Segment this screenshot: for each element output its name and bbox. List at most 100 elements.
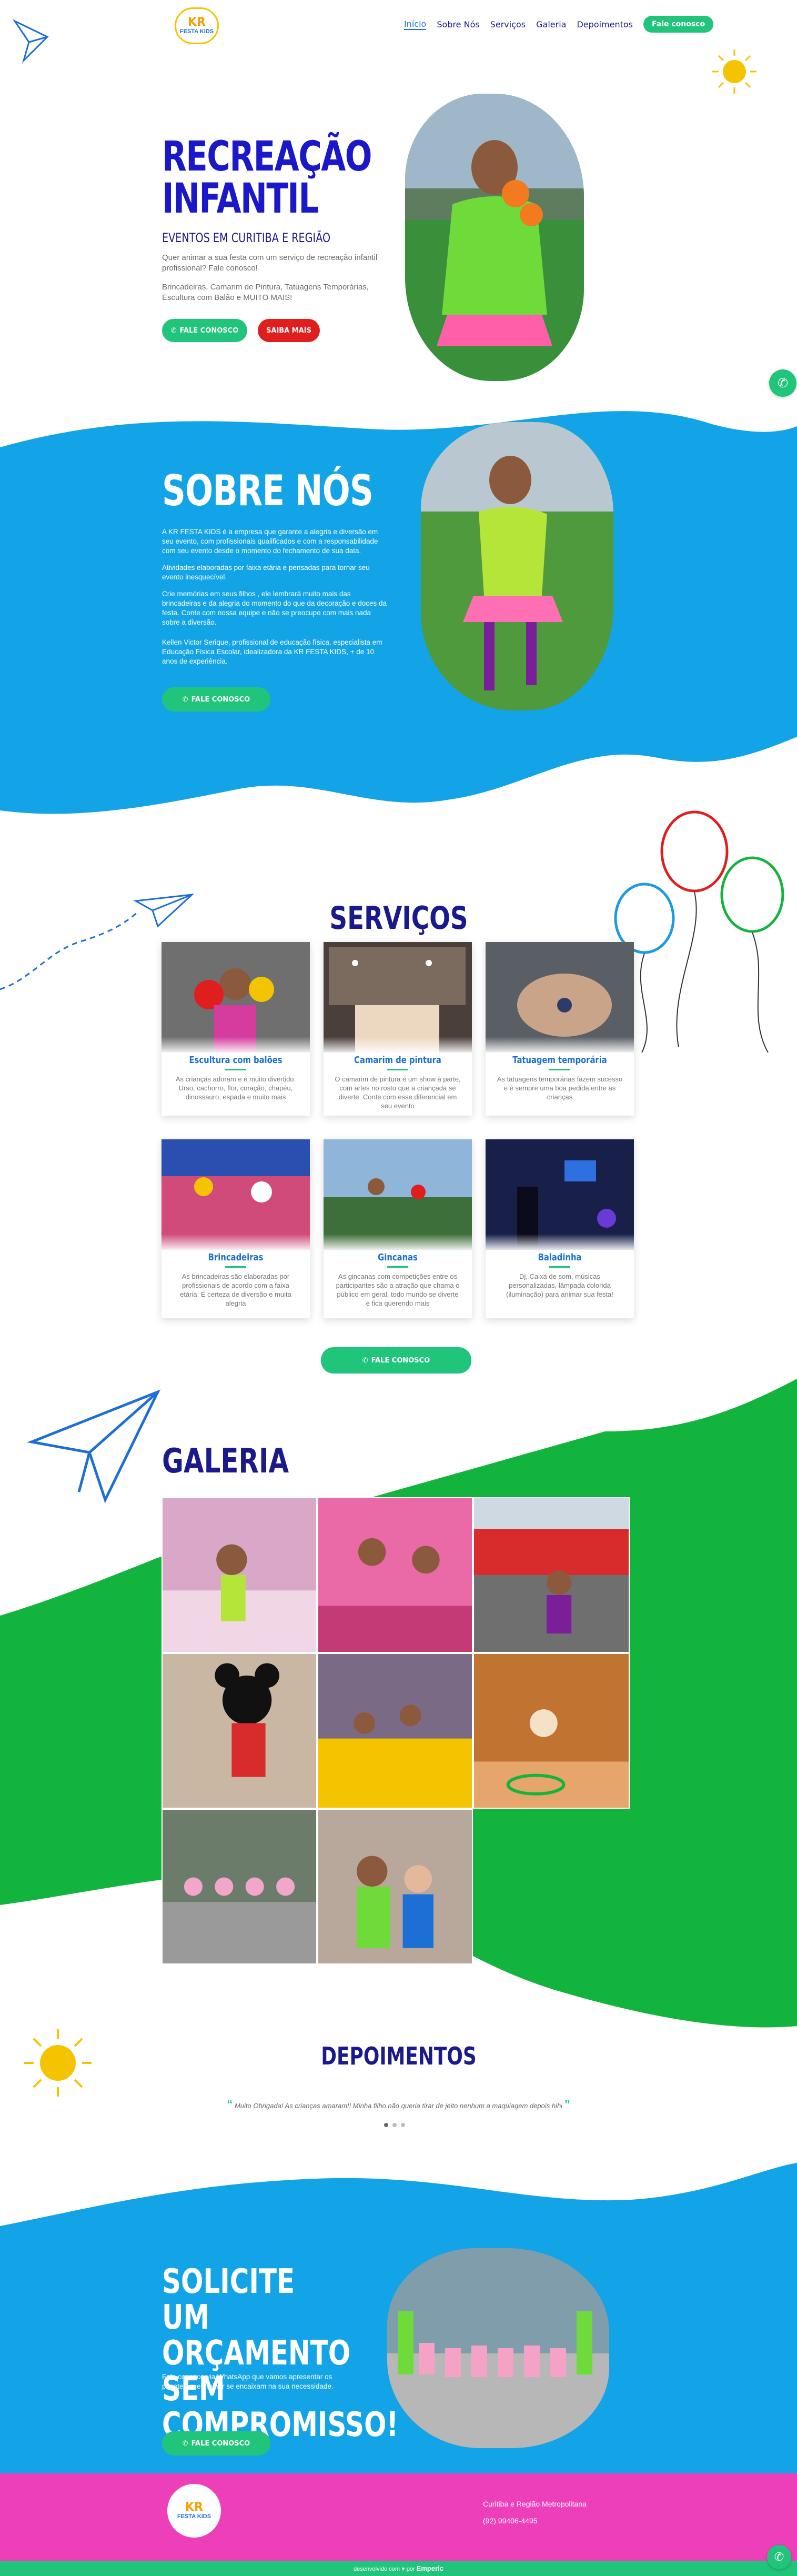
service-title-tatuagem: Tatuagem temporária xyxy=(512,1055,607,1066)
hero-intro-text: Quer animar a sua festa com um serviço d… xyxy=(162,253,378,273)
service-card-brincadeiras: Brincadeiras As brincadeiras são elabora… xyxy=(162,1139,310,1318)
gallery-photo[interactable] xyxy=(162,1809,317,1964)
gallery-photo[interactable] xyxy=(317,1809,473,1964)
credits-text: desenvolvido com ♥ por xyxy=(354,2566,415,2572)
sobre-title: SOBRE NÓS xyxy=(162,466,374,515)
sobre-paragraph-4: Kellen Victor Serique, profissional de e… xyxy=(162,638,382,665)
logo-subtext: FESTA KIDS xyxy=(179,28,214,35)
quote-close-icon: ” xyxy=(564,2098,570,2111)
hero-more-button[interactable]: SAIBA MAIS xyxy=(258,319,320,342)
gallery-photo[interactable] xyxy=(162,1653,317,1809)
service-divider xyxy=(387,1069,408,1070)
cta-contact-button[interactable]: ✆ FALE CONOSCO xyxy=(162,2431,270,2455)
service-title-baladinha: Baladinha xyxy=(538,1252,582,1263)
servicos-contact-button[interactable]: ✆ FALE CONOSCO xyxy=(321,1347,471,1374)
service-card-baladinha: Baladinha Dj, Caixa de som, músicas pers… xyxy=(486,1139,634,1318)
hero-title-line2: INFANTIL xyxy=(162,175,319,223)
footer-phone[interactable]: (92) 99406-4495 xyxy=(483,2517,538,2525)
nav-item-servicos[interactable]: Serviços xyxy=(490,19,526,29)
footer-logo-text: KR xyxy=(185,2501,203,2514)
service-card-tatuagem: Tatuagem temporária As tatuagens temporá… xyxy=(486,942,634,1116)
service-card-gincanas: Gincanas As gincanas com competições ent… xyxy=(324,1139,472,1318)
service-image-baladinha xyxy=(486,1139,634,1250)
whatsapp-float-button[interactable]: ✆ xyxy=(769,369,796,397)
footer-region: Curitiba e Região Metropolitana xyxy=(483,2500,587,2508)
hero-services-text: Brincadeiras, Camarim de Pintura, Tatuag… xyxy=(162,283,369,302)
whatsapp-float-button-bottom[interactable]: ✆ xyxy=(767,2545,791,2569)
credits-brand[interactable]: Emperic xyxy=(417,2564,443,2572)
quote-open-icon: “ xyxy=(227,2098,233,2111)
galeria-title: GALERIA xyxy=(162,1442,289,1481)
service-image-brincadeiras xyxy=(162,1139,310,1250)
service-title-baloes: Escultura com balões xyxy=(189,1055,283,1066)
nav-contact-button[interactable]: Fale conosco xyxy=(643,16,714,33)
hero-title-line1: RECREAÇÃO xyxy=(162,133,372,181)
service-desc-tatuagem: As tatuagens temporárias fazem sucesso e… xyxy=(497,1075,623,1101)
hero-contact-label: FALE CONOSCO xyxy=(179,326,239,335)
service-image-camarim xyxy=(324,942,472,1053)
carousel-dot[interactable] xyxy=(401,2123,405,2127)
testimonial: “ Muito Obrigada! As crianças amaram!! M… xyxy=(210,2098,587,2111)
carousel-dots xyxy=(384,2123,405,2127)
credits-bar: desenvolvido com ♥ por Emperic xyxy=(0,2561,797,2576)
logo-text: KR xyxy=(188,16,206,29)
service-image-baloes xyxy=(162,942,310,1053)
service-desc-brincadeiras: As brincadeiras são elaboradas por profi… xyxy=(180,1272,291,1307)
sobre-paragraph-3: Crie memórias em seus filhos , ele lembr… xyxy=(162,590,387,626)
nav-item-sobre[interactable]: Sobre Nós xyxy=(437,19,479,29)
gallery-photo[interactable] xyxy=(162,1497,317,1653)
whatsapp-icon: ✆ xyxy=(774,2550,784,2563)
sobre-photo-image xyxy=(421,422,613,710)
service-divider xyxy=(549,1266,570,1268)
gallery-photo[interactable] xyxy=(317,1497,473,1653)
carousel-dot[interactable] xyxy=(392,2123,397,2127)
gallery-photo[interactable] xyxy=(473,1497,630,1653)
service-divider xyxy=(549,1069,570,1070)
service-desc-baloes: As crianças adoram e é muito divertido. … xyxy=(175,1075,296,1101)
whatsapp-icon: ✆ xyxy=(170,326,177,335)
gallery-photo[interactable] xyxy=(317,1653,473,1809)
whatsapp-icon: ✆ xyxy=(182,695,188,704)
nav-item-depoimentos[interactable]: Depoimentos xyxy=(577,19,633,29)
service-divider xyxy=(387,1266,408,1268)
service-divider xyxy=(225,1266,246,1268)
servicos-contact-label: FALE CONOSCO xyxy=(371,1356,430,1365)
sobre-contact-button[interactable]: ✆ FALE CONOSCO xyxy=(162,687,270,711)
footer-logo-subtext: FESTA KIDS xyxy=(177,2513,211,2520)
footer: KR FESTA KIDS Curitiba e Região Metropol… xyxy=(0,2473,797,2561)
cta-photo xyxy=(387,2248,609,2448)
cta-photo-image xyxy=(387,2248,609,2448)
gallery-photo[interactable] xyxy=(473,1653,630,1809)
hero-title: RECREAÇÃO INFANTIL xyxy=(162,133,372,223)
service-image-gincanas xyxy=(324,1139,472,1250)
cta-text: Fale conosco via WhatsApp que vamos apre… xyxy=(162,2373,334,2390)
footer-logo[interactable]: KR FESTA KIDS xyxy=(167,2484,221,2538)
service-divider xyxy=(225,1069,246,1070)
servicos-title: SERVIÇOS xyxy=(329,900,468,937)
cta-contact-label: FALE CONOSCO xyxy=(191,2439,250,2448)
whatsapp-icon: ✆ xyxy=(182,2439,188,2448)
service-image-tatuagem xyxy=(486,942,634,1053)
service-desc-gincanas: As gincanas com competições entre os par… xyxy=(336,1272,460,1307)
nav-item-inicio[interactable]: Início xyxy=(404,19,427,30)
service-desc-baladinha: Dj, Caixa de som, músicas personalizadas… xyxy=(506,1272,613,1298)
logo-mark: KR FESTA KIDS xyxy=(175,7,219,44)
sobre-contact-label: FALE CONOSCO xyxy=(191,695,250,704)
depoimentos-title: DEPOIMENTOS xyxy=(321,2042,477,2070)
service-desc-camarim: O camarim de pintura é um show à parte, … xyxy=(335,1075,461,1110)
hero-subtitle: EVENTOS EM CURITIBA E REGIÃO xyxy=(162,230,331,245)
hero-photo-image xyxy=(405,94,584,381)
site-logo[interactable]: KR FESTA KIDS xyxy=(171,3,222,47)
service-card-camarim: Camarim de pintura O camarim de pintura … xyxy=(324,942,472,1116)
testimonial-text: Muito Obrigada! As crianças amaram!! Min… xyxy=(234,2102,563,2110)
sobre-photo xyxy=(421,422,613,710)
service-card-baloes: Escultura com balões As crianças adoram … xyxy=(162,942,310,1116)
cta-title: SOLICITE UM ORÇAMENTO SEM COMPROMISSO! xyxy=(162,2262,399,2444)
carousel-dot[interactable] xyxy=(384,2123,388,2127)
service-title-camarim: Camarim de pintura xyxy=(354,1055,441,1066)
sobre-paragraph-1: A KR FESTA KIDS é a empresa que garante … xyxy=(162,528,378,555)
hero-contact-button[interactable]: ✆ FALE CONOSCO xyxy=(162,319,247,342)
nav-item-galeria[interactable]: Galeria xyxy=(536,19,566,29)
main-nav: Início Sobre Nós Serviços Galeria Depoim… xyxy=(404,16,714,33)
sobre-paragraph-2: Atividades elaboradas por faixa etária e… xyxy=(162,564,370,581)
